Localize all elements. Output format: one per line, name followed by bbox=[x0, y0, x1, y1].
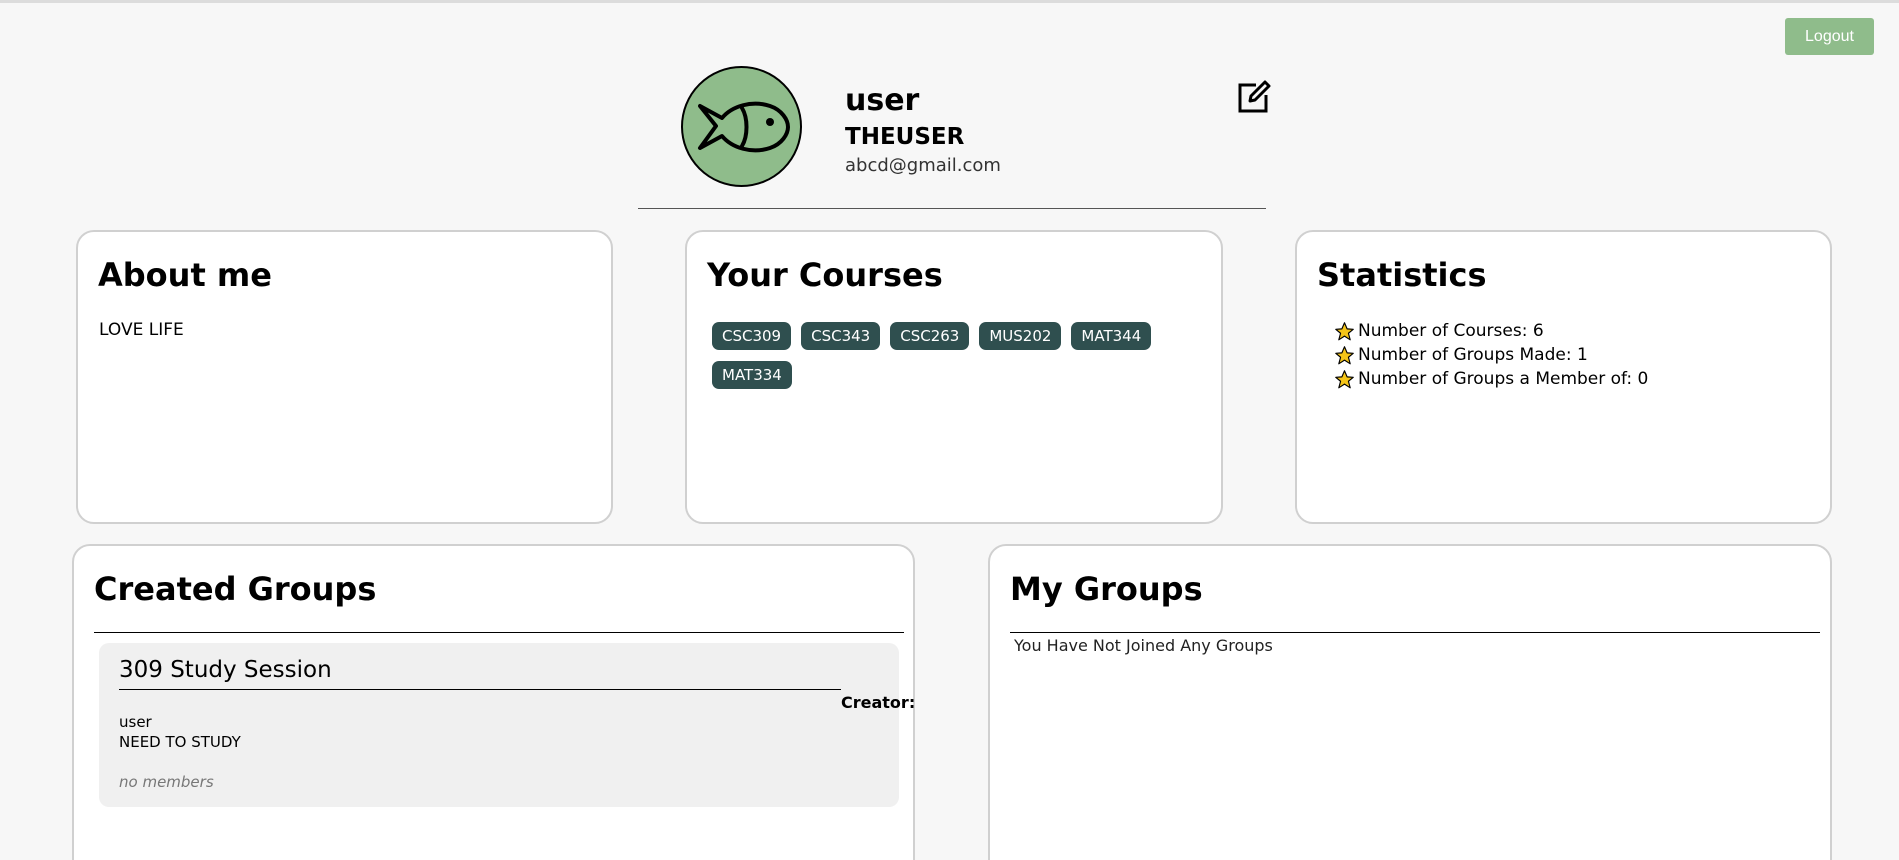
course-chip[interactable]: CSC309 bbox=[712, 322, 792, 350]
group-members: no members bbox=[119, 773, 214, 791]
courses-card: Your Courses CSC309 CSC343 CSC263 MUS202… bbox=[685, 230, 1223, 524]
created-groups-title: Created Groups bbox=[94, 570, 377, 608]
course-chip[interactable]: CSC263 bbox=[890, 322, 970, 350]
statistics-title: Statistics bbox=[1317, 256, 1487, 294]
statistics-item-text: Number of Courses: 6 bbox=[1358, 321, 1544, 341]
avatar bbox=[681, 66, 802, 187]
my-groups-divider bbox=[1010, 632, 1820, 633]
my-groups-title: My Groups bbox=[1010, 570, 1203, 608]
created-groups-divider bbox=[94, 632, 904, 633]
statistics-item: Number of Groups a Member of: 0 bbox=[1334, 367, 1648, 391]
course-chip[interactable]: MAT334 bbox=[712, 361, 792, 389]
course-chip[interactable]: MUS202 bbox=[979, 322, 1062, 350]
statistics-item: Number of Courses: 6 bbox=[1334, 319, 1648, 343]
fish-icon bbox=[697, 101, 790, 152]
statistics-card: Statistics Number of Courses: 6 Number o… bbox=[1295, 230, 1832, 524]
about-me-text: LOVE LIFE bbox=[99, 320, 184, 340]
course-chip-list: CSC309 CSC343 CSC263 MUS202 MAT344 MAT33… bbox=[712, 322, 1182, 389]
my-groups-card: My Groups You Have Not Joined Any Groups bbox=[988, 544, 1832, 860]
star-icon bbox=[1335, 369, 1354, 388]
logout-button[interactable]: Logout bbox=[1785, 18, 1874, 55]
star-icon bbox=[1335, 321, 1354, 340]
created-groups-card: Created Groups 309 Study Session Creator… bbox=[72, 544, 915, 860]
about-me-title: About me bbox=[98, 256, 272, 294]
about-me-card: About me LOVE LIFE bbox=[76, 230, 613, 524]
star-icon bbox=[1335, 345, 1354, 364]
header-divider bbox=[638, 208, 1266, 209]
creator-label: Creator: bbox=[841, 693, 916, 712]
statistics-item: Number of Groups Made: 1 bbox=[1334, 343, 1648, 367]
edit-icon[interactable] bbox=[1236, 79, 1272, 115]
statistics-list: Number of Courses: 6 Number of Groups Ma… bbox=[1334, 319, 1648, 391]
my-groups-empty-text: You Have Not Joined Any Groups bbox=[1014, 636, 1273, 655]
statistics-item-text: Number of Groups a Member of: 0 bbox=[1358, 369, 1649, 389]
course-chip[interactable]: CSC343 bbox=[801, 322, 881, 350]
creator-name: user bbox=[119, 713, 152, 731]
group-name: 309 Study Session bbox=[119, 657, 332, 683]
statistics-item-text: Number of Groups Made: 1 bbox=[1358, 345, 1588, 365]
profile-username: user bbox=[845, 83, 920, 118]
profile-email: abcd@gmail.com bbox=[845, 155, 1001, 176]
courses-title: Your Courses bbox=[707, 256, 943, 294]
course-chip[interactable]: MAT344 bbox=[1071, 322, 1152, 350]
group-card[interactable]: 309 Study Session Creator: user NEED TO … bbox=[99, 643, 915, 807]
profile-fullname: THEUSER bbox=[845, 124, 965, 150]
group-description: NEED TO STUDY bbox=[119, 733, 241, 751]
group-title-divider bbox=[119, 689, 841, 690]
